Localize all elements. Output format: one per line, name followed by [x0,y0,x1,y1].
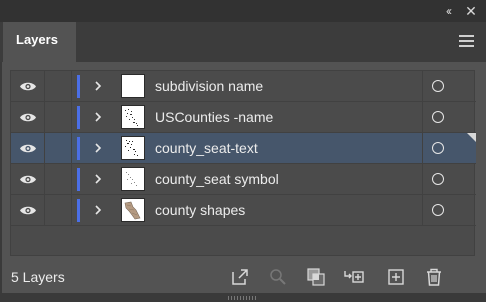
target-circle-icon[interactable] [432,80,444,92]
layer-list: subdivision name USCounties -name county… [10,70,476,256]
column-divider [71,195,72,225]
column-divider [44,133,45,163]
make-clipping-mask-icon[interactable] [306,267,326,287]
tab-layers-label: Layers [16,32,58,47]
layer-count: 5 Layers [11,269,65,285]
column-divider [44,102,45,132]
collapse-panel-button[interactable]: ‹‹ [439,3,457,19]
selected-art-indicator[interactable] [467,133,476,142]
layer-thumbnail [121,167,145,191]
panel-footer: 5 Layers [0,262,486,292]
layers-panel: ‹‹ ✕ Layers subdivision name USCounties … [0,0,486,302]
visibility-eye-icon[interactable] [19,112,37,123]
target-circle-icon[interactable] [432,173,444,185]
layer-thumbnail [121,105,145,129]
column-divider [71,102,72,132]
visibility-eye-icon[interactable] [19,143,37,154]
expand-chevron-icon[interactable] [91,110,105,124]
layer-color-bar [77,199,80,222]
layer-thumbnail [121,74,145,98]
layer-row[interactable]: USCounties -name [11,102,476,133]
expand-chevron-icon[interactable] [91,79,105,93]
expand-chevron-icon[interactable] [91,203,105,217]
column-divider [71,164,72,194]
layer-name[interactable]: county_seat-text [155,133,258,163]
layer-color-bar [77,168,80,191]
layer-name[interactable]: subdivision name [155,71,263,101]
layer-thumbnail [121,198,145,222]
create-new-layer-icon[interactable] [386,267,406,287]
visibility-eye-icon[interactable] [19,81,37,92]
column-divider [71,71,72,101]
layer-row[interactable]: county shapes [11,195,476,226]
locate-object-icon[interactable] [268,267,288,287]
column-divider [422,102,423,132]
column-divider [44,71,45,101]
target-circle-icon[interactable] [432,142,444,154]
layer-name[interactable]: USCounties -name [155,102,273,132]
expand-chevron-icon[interactable] [91,172,105,186]
close-panel-button[interactable]: ✕ [462,3,480,19]
layer-row-selected[interactable]: county_seat-text [11,133,476,164]
column-divider [71,133,72,163]
delete-icon[interactable] [424,267,444,287]
tab-layers[interactable]: Layers [3,22,76,62]
column-divider [422,71,423,101]
column-divider [44,195,45,225]
column-divider [422,195,423,225]
export-icon[interactable] [230,267,250,287]
layer-color-bar [77,75,80,98]
panel-menu-icon[interactable] [459,35,477,49]
column-divider [422,133,423,163]
expand-chevron-icon[interactable] [91,141,105,155]
column-divider [422,164,423,194]
layer-color-bar [77,106,80,129]
layer-thumbnail [121,136,145,160]
layer-row[interactable]: county_seat symbol [11,164,476,195]
layer-row[interactable]: subdivision name [11,71,476,102]
visibility-eye-icon[interactable] [19,205,37,216]
resize-grip[interactable] [228,296,258,300]
layer-name[interactable]: county_seat symbol [155,164,279,194]
target-circle-icon[interactable] [432,111,444,123]
create-sublayer-icon[interactable] [344,267,364,287]
layer-color-bar [77,137,80,160]
target-circle-icon[interactable] [432,204,444,216]
visibility-eye-icon[interactable] [19,174,37,185]
panel-title-bar: ‹‹ ✕ [0,0,486,22]
column-divider [44,164,45,194]
layer-name[interactable]: county shapes [155,195,245,225]
